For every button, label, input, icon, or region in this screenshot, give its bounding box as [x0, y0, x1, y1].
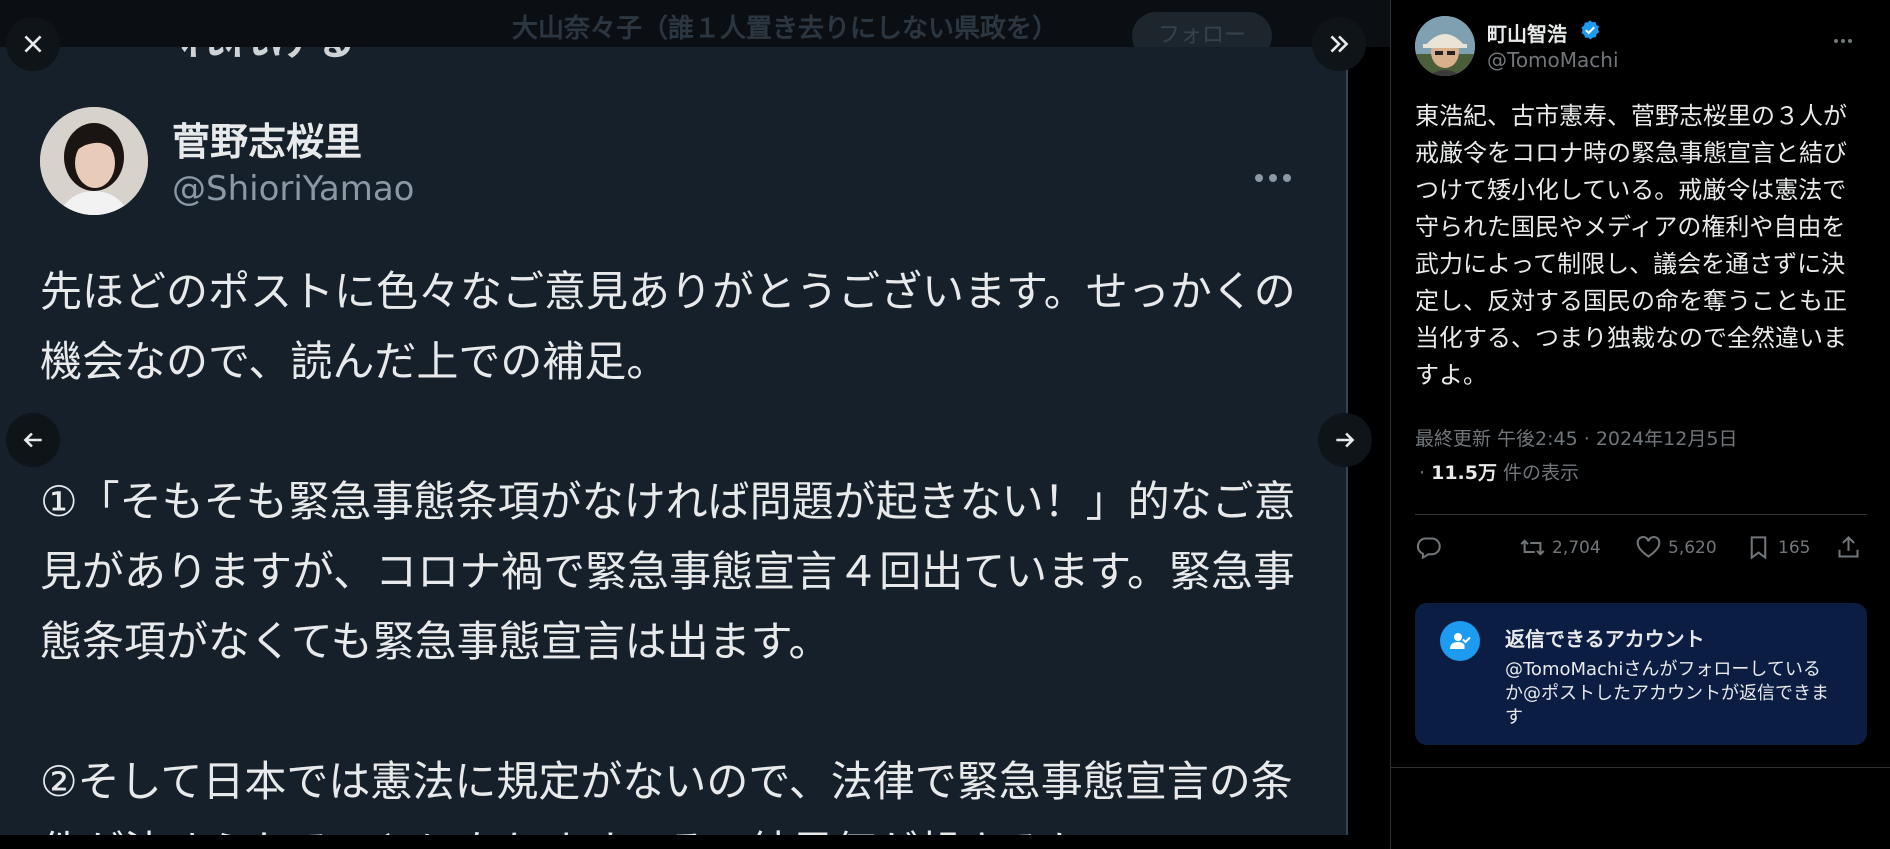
media-image: れれける 菅野志桜里 @ShioriYamao 先ほどのポストに色々なご意見あり… [0, 47, 1348, 835]
bookmark-icon [1750, 536, 1767, 560]
collapse-panel-button[interactable] [1312, 17, 1366, 71]
next-media-button[interactable] [1318, 413, 1372, 467]
previous-media-button[interactable] [6, 413, 60, 467]
like-count: 5,620 [1668, 537, 1717, 558]
post-action-bar: 2,704 5,620 165 [1415, 534, 1867, 566]
arrow-right-icon [1336, 432, 1355, 448]
background-follow-button: フォロー [1132, 12, 1272, 47]
close-icon [24, 35, 42, 53]
reply-restriction-description: @TomoMachiさんがフォローしているか@ポストしたアカウントが返信できます [1505, 659, 1829, 728]
retweet-icon [1520, 539, 1545, 556]
post-timestamp[interactable]: 最終更新 午後2:45 · 2024年12月5日 [1415, 424, 1737, 451]
views-count: 11.5万 [1431, 462, 1497, 484]
media-cut-text: れれける [180, 47, 356, 67]
double-chevron-right-icon [1330, 35, 1349, 53]
bookmark-count: 165 [1778, 537, 1811, 558]
post-text: 東浩紀、古市憲寿、菅野志桜里の３人が戒厳令をコロナ時の緊急事態宣言と結びつけて矮… [1415, 102, 1847, 389]
verified-badge-icon [1581, 20, 1600, 40]
background-author-name: 大山奈々子（誰１人置き去りにしない県政を） [512, 14, 1059, 44]
media-tweet-text: 先ほどのポストに色々なご意見ありがとうございます。せっかくの機会なので、読んだ上… [40, 257, 1330, 835]
like-button[interactable]: 5,620 [1635, 534, 1717, 561]
avatar[interactable] [1415, 16, 1475, 76]
media-tweet-paragraph [40, 677, 1330, 747]
views-separator: · [1419, 462, 1426, 484]
media-tweet-paragraph: ②そして日本では憲法に規定がないので、法律で緊急事態宣言の条件が決められることに… [40, 757, 1293, 835]
bookmark-button[interactable]: 165 [1745, 534, 1810, 561]
media-tweet-paragraph: ①「そもそも緊急事態条項がなければ問題が起きない！」的なご意見がありますが、コロ… [40, 477, 1296, 666]
retweet-button[interactable]: 2,704 [1519, 534, 1601, 561]
person-check-icon [1440, 621, 1480, 661]
background-post-header: 大山奈々子（誰１人置き去りにしない県政を） フォロー [0, 0, 1390, 47]
author-handle[interactable]: @TomoMachi [1487, 48, 1619, 72]
author-name[interactable]: 町山智浩 [1487, 18, 1567, 47]
more-options-icon[interactable] [1834, 28, 1855, 47]
close-button[interactable] [6, 17, 60, 71]
share-icon [1838, 535, 1859, 558]
media-tweet-avatar [40, 107, 148, 215]
post-detail-panel: 町山智浩 @TomoMachi 東浩紀、古市憲寿、菅野志桜里の３人が戒厳令をコロ… [1390, 0, 1890, 849]
media-tweet-paragraph [40, 397, 1330, 467]
arrow-left-icon [23, 432, 42, 448]
divider [1391, 767, 1890, 768]
post-view-count: · 11.5万 件の表示 [1419, 458, 1579, 485]
reply-restriction-notice: 返信できるアカウント @TomoMachiさんがフォローしているか@ポストしたア… [1415, 603, 1867, 745]
reply-restriction-title: 返信できるアカウント [1505, 627, 1705, 651]
reply-icon [1416, 537, 1441, 560]
share-button[interactable] [1835, 534, 1862, 561]
retweet-count: 2,704 [1552, 537, 1601, 558]
views-label: 件の表示 [1503, 462, 1580, 484]
media-tweet-author-handle: @ShioriYamao [172, 169, 415, 209]
media-viewer: 大山奈々子（誰１人置き去りにしない県政を） フォロー れれける 菅野志桜里 @S… [0, 0, 1390, 849]
reply-button[interactable] [1415, 534, 1442, 561]
media-tweet-more-icon [1255, 167, 1297, 186]
divider [1415, 514, 1867, 515]
media-tweet-paragraph: 先ほどのポストに色々なご意見ありがとうございます。せっかくの機会なので、読んだ上… [40, 267, 1296, 386]
media-tweet-author-name: 菅野志桜里 [172, 120, 363, 164]
heart-icon [1636, 535, 1661, 558]
